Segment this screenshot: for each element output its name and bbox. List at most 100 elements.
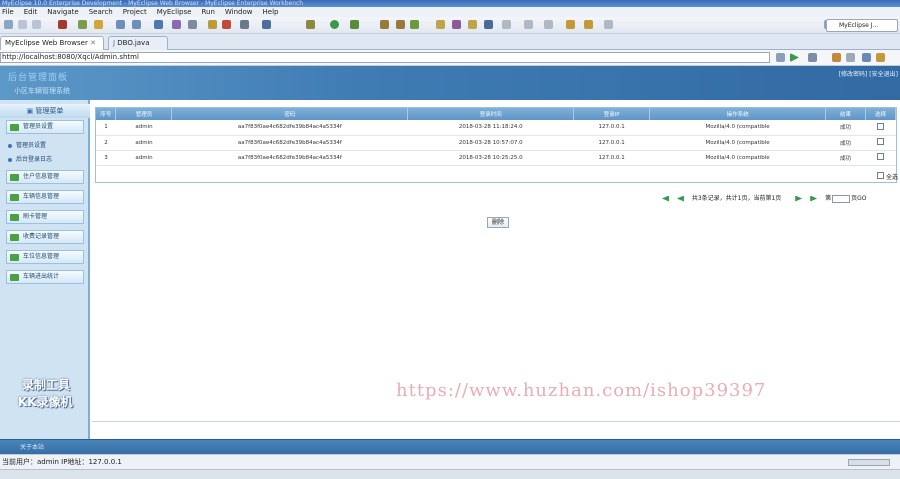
dropdown-icon[interactable]: [776, 53, 785, 62]
cell-select: [865, 120, 896, 136]
main-toolbar: MyEclipse J...: [0, 17, 900, 34]
sidebar-subitem-login-log[interactable]: 后台登录日志: [8, 154, 52, 163]
sidebar-item-fees[interactable]: 收费记录管理: [6, 230, 84, 244]
close-icon[interactable]: ✕: [90, 39, 96, 47]
sidebar-item-label: 刷卡管理: [23, 213, 48, 220]
run-icon[interactable]: [330, 20, 339, 29]
browser-icon[interactable]: [154, 20, 163, 29]
debug-icon[interactable]: [306, 20, 315, 29]
db-icon[interactable]: [172, 20, 181, 29]
page-number-input[interactable]: [832, 194, 851, 203]
forward-icon[interactable]: [584, 20, 593, 29]
globe-icon[interactable]: [188, 20, 197, 29]
next-annotation-icon[interactable]: [524, 20, 533, 29]
refresh-icon[interactable]: [410, 20, 419, 29]
banner-links[interactable]: [修改密码] [安全退出]: [839, 69, 898, 78]
save-icon[interactable]: [18, 20, 27, 29]
prev-page-icon[interactable]: [676, 195, 684, 202]
refresh-page-icon[interactable]: [876, 53, 885, 62]
menu-window[interactable]: Window: [225, 7, 253, 17]
tab-dbo-java[interactable]: J DBO.java: [108, 36, 168, 50]
sidebar-item-label: 收费记录管理: [23, 233, 60, 240]
sidebar-item-vehicles[interactable]: 车辆信息管理: [6, 190, 84, 204]
edit-icon[interactable]: [502, 20, 511, 29]
pager-go-button[interactable]: 页GO: [851, 195, 866, 202]
prev-annotation-icon[interactable]: [544, 20, 553, 29]
open-type-icon[interactable]: [132, 20, 141, 29]
menu-project[interactable]: Project: [123, 7, 147, 17]
sidebar-item-label: 车位信息管理: [23, 253, 60, 260]
wizard-icon[interactable]: [116, 20, 125, 29]
menu-navigate[interactable]: Navigate: [47, 7, 78, 17]
menu-help[interactable]: Help: [263, 7, 279, 17]
row-checkbox[interactable]: [876, 138, 884, 145]
print-icon[interactable]: [32, 20, 41, 29]
sidebar-item-parking[interactable]: 车位信息管理: [6, 250, 84, 264]
cell-password: aa7f83f0ae4c682dfe39b84ac4a5334f: [171, 135, 408, 151]
menu-edit[interactable]: Edit: [24, 7, 38, 17]
menu-search[interactable]: Search: [89, 7, 113, 17]
cell-index: 3: [96, 150, 116, 166]
terminal-icon[interactable]: [262, 20, 271, 29]
menu-run[interactable]: Run: [201, 7, 214, 17]
arrow-icon: [10, 254, 19, 261]
back-icon[interactable]: [566, 20, 575, 29]
sidebar-item-card-swipe[interactable]: 刷卡管理: [6, 210, 84, 224]
sidebar-item-statistics[interactable]: 车辆进出统计: [6, 270, 84, 284]
new-package-icon[interactable]: [396, 20, 405, 29]
perspective-switcher[interactable]: MyEclipse J...: [826, 19, 898, 32]
menu-file[interactable]: File: [2, 7, 14, 17]
sidebar-item-residents[interactable]: 住户信息管理: [6, 170, 84, 184]
arrow-icon: [10, 214, 19, 221]
external-run-icon[interactable]: [350, 20, 359, 29]
arrow-icon: [10, 234, 19, 241]
select-all[interactable]: 全选: [877, 172, 898, 181]
package-icon[interactable]: [208, 20, 217, 29]
new-icon[interactable]: [4, 20, 13, 29]
delete-button[interactable]: 删除: [487, 217, 509, 228]
sidebar-subitem-admin[interactable]: 管理员设置: [8, 140, 46, 149]
open-folder-icon[interactable]: [436, 20, 445, 29]
tools-icon[interactable]: [222, 20, 231, 29]
forward-nav-icon[interactable]: [846, 53, 855, 62]
settings-icon[interactable]: [808, 53, 817, 62]
page-footer: 关于本站: [0, 439, 900, 454]
url-input[interactable]: http://localhost:8080/Xqcl/Admin.shtml: [0, 52, 770, 63]
banner-title: 后台管理面板: [8, 73, 69, 83]
bullet-icon: [8, 143, 12, 148]
next-page-icon[interactable]: [795, 195, 803, 202]
select-all-checkbox[interactable]: [877, 172, 885, 179]
cell-select: [865, 150, 896, 166]
row-checkbox[interactable]: [876, 122, 884, 130]
footer-about-link[interactable]: 关于本站: [20, 442, 44, 451]
arrow-icon: [10, 194, 19, 201]
row-checkbox[interactable]: [876, 153, 884, 160]
annotation-icon[interactable]: [468, 20, 477, 29]
cell-login-time: 2018-03-28 10:57:07.0: [407, 135, 574, 151]
editor-tabs: MyEclipse Web Browser ✕ J DBO.java: [0, 34, 900, 50]
menu-myeclipse[interactable]: MyEclipse: [157, 7, 192, 17]
sidebar-header: ▣ 管理菜单: [0, 104, 90, 118]
tab-label: DBO.java: [117, 39, 150, 47]
pin-icon[interactable]: [484, 20, 493, 29]
cell-os: Mozilla/4.0 (compatible: [649, 120, 826, 136]
sidebar-item-admin-settings[interactable]: 管理员设置: [6, 120, 84, 134]
search-icon[interactable]: [452, 20, 461, 29]
go-icon[interactable]: [790, 53, 799, 62]
cell-password: aa7f83f0ae4c682dfe39b84ac4a5334f: [171, 150, 408, 166]
deploy-icon[interactable]: [94, 20, 103, 29]
sidebar: ▣ 管理菜单 管理员设置 管理员设置 后台登录日志 住户信息管理 车辆信息管理 …: [0, 100, 90, 439]
new-class-icon[interactable]: [380, 20, 389, 29]
tab-web-browser[interactable]: MyEclipse Web Browser ✕: [0, 36, 104, 50]
cell-login-time: 2018-03-28 10:25:25.0: [407, 150, 574, 166]
back-nav-icon[interactable]: [832, 53, 841, 62]
build-icon[interactable]: [78, 20, 87, 29]
cell-index: 1: [96, 120, 116, 136]
last-page-icon[interactable]: [810, 195, 818, 202]
history-icon[interactable]: [604, 20, 613, 29]
col-header: 选择: [865, 108, 897, 120]
ext-tools-icon[interactable]: [240, 20, 249, 29]
server-icon[interactable]: [58, 20, 67, 29]
first-page-icon[interactable]: [662, 195, 669, 202]
stop-icon[interactable]: [862, 53, 871, 62]
